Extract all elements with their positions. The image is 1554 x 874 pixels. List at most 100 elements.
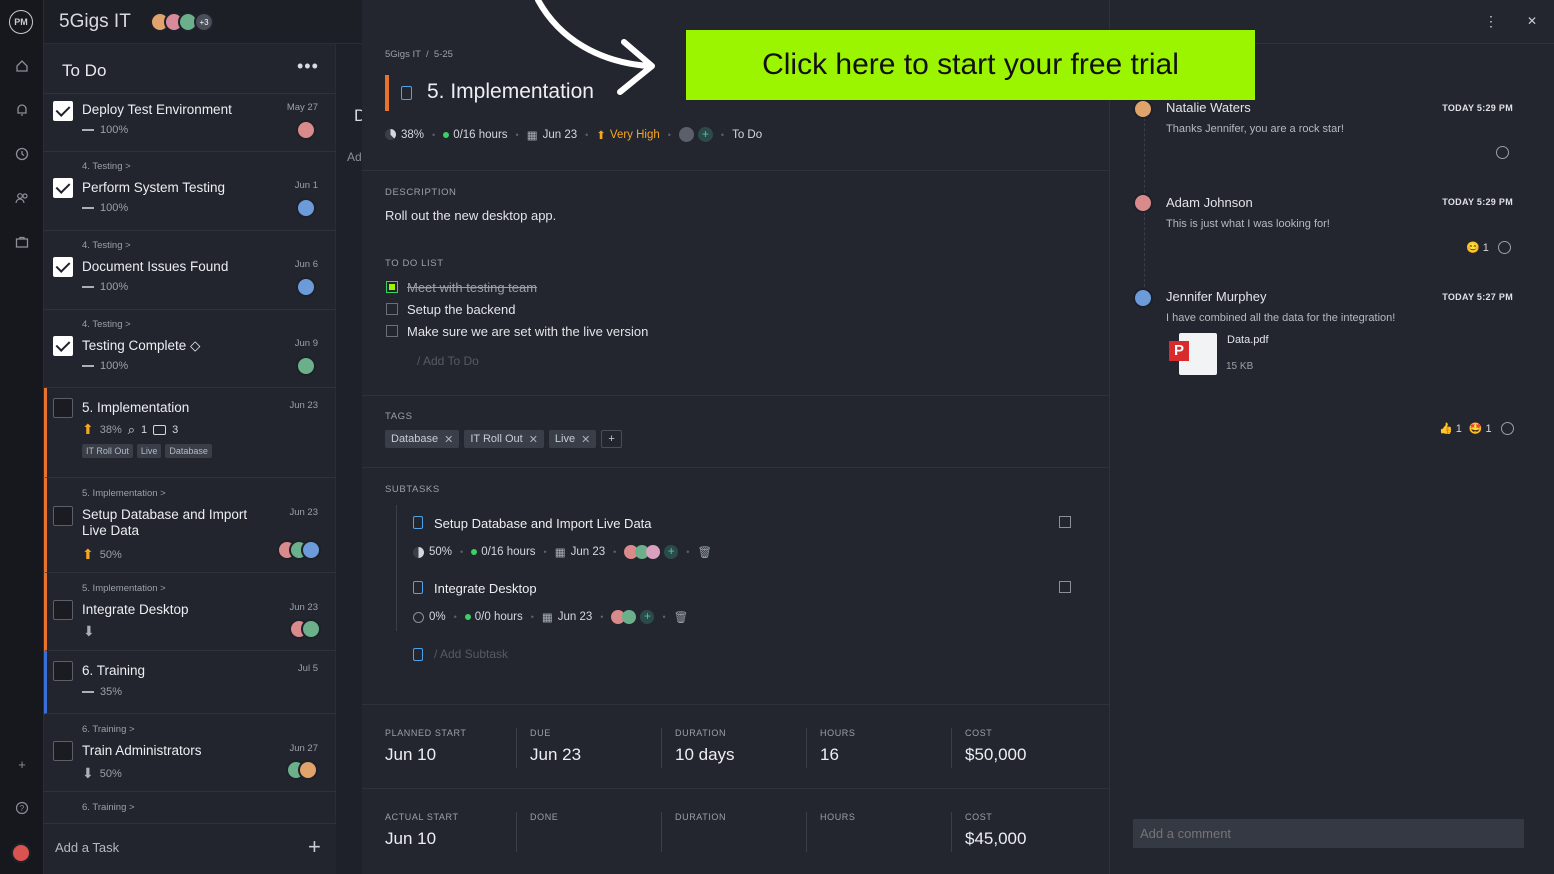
assignee-avatar[interactable] [298,760,318,780]
subtask-hours[interactable]: 0/16 hours [481,546,535,558]
stat-value[interactable]: 10 days [675,745,735,765]
add-assignee-icon[interactable]: + [697,127,713,142]
detail-hours[interactable]: 0/16 hours [453,129,507,141]
tag[interactable]: Database ✕ [385,430,460,448]
task-card-selected[interactable]: 5. Implementation Jun 23 ⬆ 38% ⌕ 1 3 IT … [44,388,336,478]
task-checkbox[interactable] [53,398,73,418]
task-card[interactable]: 4. Testing > Document Issues Found Jun 6… [44,231,336,310]
trash-icon[interactable]: 🗑 [697,545,712,559]
task-checkbox[interactable] [53,661,73,681]
task-breadcrumb[interactable]: 5. Implementation > [82,488,166,499]
task-checkbox[interactable] [53,257,73,277]
next-column-add[interactable]: Ad [347,150,362,164]
add-tag-button[interactable]: + [601,430,622,448]
tag[interactable]: IT Roll Out ✕ [464,430,544,448]
detail-priority[interactable]: Very High [610,129,660,141]
assignee-avatar[interactable] [296,198,316,218]
more-options-icon[interactable]: ⋮ [1484,13,1498,30]
assignee-avatar[interactable] [646,545,661,559]
open-external-icon[interactable] [1059,581,1071,593]
people-icon[interactable] [12,188,32,208]
commenter-avatar[interactable] [1133,193,1153,213]
add-assignee-icon[interactable]: + [640,610,655,624]
add-task-plus-icon[interactable]: + [308,834,321,860]
assignee-avatar[interactable] [622,610,637,624]
notifications-icon[interactable] [12,100,32,120]
add-task-bar[interactable]: Add a Task + [44,823,336,874]
task-card[interactable]: Deploy Test Environment May 27 100% [44,94,336,152]
task-card[interactable]: 6. Training > Train Administrators Jun 2… [44,714,336,792]
task-breadcrumb[interactable]: 4. Testing > [82,240,131,251]
subtask-progress[interactable]: 0% [429,611,446,623]
stat-value[interactable]: Jun 10 [385,745,436,765]
project-title[interactable]: 5Gigs IT [59,11,131,33]
add-assignee-icon[interactable]: + [664,545,679,559]
tag[interactable]: Live ✕ [548,430,597,448]
remove-tag-icon[interactable]: ✕ [529,433,538,446]
task-breadcrumb[interactable]: 4. Testing > [82,319,131,330]
task-checkbox[interactable] [53,178,73,198]
comment-input[interactable] [1133,819,1524,848]
member-count-badge[interactable]: +3 [194,12,214,32]
add-subtask-input[interactable]: / Add Subtask [434,647,508,661]
todo-item[interactable]: Meet with testing team [407,280,537,295]
attachment-name[interactable]: Data.pdf [1227,334,1269,346]
detail-breadcrumb[interactable]: 5Gigs IT / 5-25 [385,49,453,60]
reaction-emoji[interactable]: 👍 [1439,422,1453,435]
column-menu-button[interactable]: ••• [297,56,319,77]
task-checkbox[interactable] [53,600,73,620]
detail-due[interactable]: Jun 23 [543,129,578,141]
remove-tag-icon[interactable]: ✕ [581,433,590,446]
todo-checkbox-checked[interactable] [386,281,398,293]
add-reaction-button[interactable] [1496,146,1509,159]
remove-tag-icon[interactable]: ✕ [444,433,453,446]
open-external-icon[interactable] [1059,516,1071,528]
assignee-avatar[interactable] [301,540,321,560]
pdf-file-icon[interactable]: P [1169,333,1217,375]
description-text[interactable]: Roll out the new desktop app. [385,208,556,223]
subtask-due[interactable]: Jun 23 [558,611,593,623]
task-checkbox[interactable] [53,741,73,761]
commenter-avatar[interactable] [1133,99,1153,119]
clock-icon[interactable] [12,144,32,164]
task-breadcrumb[interactable]: 6. Training > [82,802,135,813]
todo-item[interactable]: Setup the backend [407,302,515,317]
stat-value[interactable]: Jun 23 [530,745,581,765]
todo-item[interactable]: Make sure we are set with the live versi… [407,324,648,339]
subtask-title[interactable]: Setup Database and Import Live Data [434,516,652,531]
task-checkbox[interactable] [53,506,73,526]
add-icon[interactable]: + [12,754,32,774]
subtask-due[interactable]: Jun 23 [571,546,606,558]
task-checkbox[interactable] [53,336,73,356]
stat-value[interactable]: $50,000 [965,745,1026,765]
task-checkbox[interactable] [53,101,73,121]
task-card[interactable]: 4. Testing > Perform System Testing Jun … [44,152,336,231]
detail-progress[interactable]: 38% [401,129,424,141]
smiley-icon[interactable] [1496,146,1509,159]
todo-checkbox[interactable] [386,325,398,337]
briefcase-icon[interactable] [12,232,32,252]
stat-value[interactable]: $45,000 [965,829,1026,849]
task-card[interactable]: 6. Training > [44,792,336,823]
commenter-avatar[interactable] [1133,288,1153,308]
stat-value[interactable]: 16 [820,745,839,765]
task-card[interactable]: 4. Testing > Testing Complete ◇ Jun 9 10… [44,310,336,388]
tag[interactable]: IT Roll Out [82,444,133,458]
user-avatar[interactable] [11,843,31,863]
app-logo[interactable]: PM [9,10,33,34]
smiley-icon[interactable] [1500,422,1514,435]
subtask-title[interactable]: Integrate Desktop [434,581,537,596]
task-breadcrumb[interactable]: 5. Implementation > [82,583,166,594]
stat-value[interactable]: Jun 10 [385,829,436,849]
reaction-emoji[interactable]: 🤩 [1469,422,1483,435]
close-icon[interactable]: ✕ [1527,14,1537,28]
task-breadcrumb[interactable]: 6. Training > [82,724,135,735]
subtask-hours[interactable]: 0/0 hours [475,611,523,623]
add-task-label[interactable]: Add a Task [55,840,119,855]
help-icon[interactable]: ? [12,798,32,818]
trash-icon[interactable]: 🗑 [674,610,689,624]
detail-status[interactable]: To Do [732,129,762,141]
free-trial-cta-button[interactable]: Click here to start your free trial [686,30,1255,100]
task-card[interactable]: 5. Implementation > Setup Database and I… [44,478,336,573]
home-icon[interactable] [12,56,32,76]
